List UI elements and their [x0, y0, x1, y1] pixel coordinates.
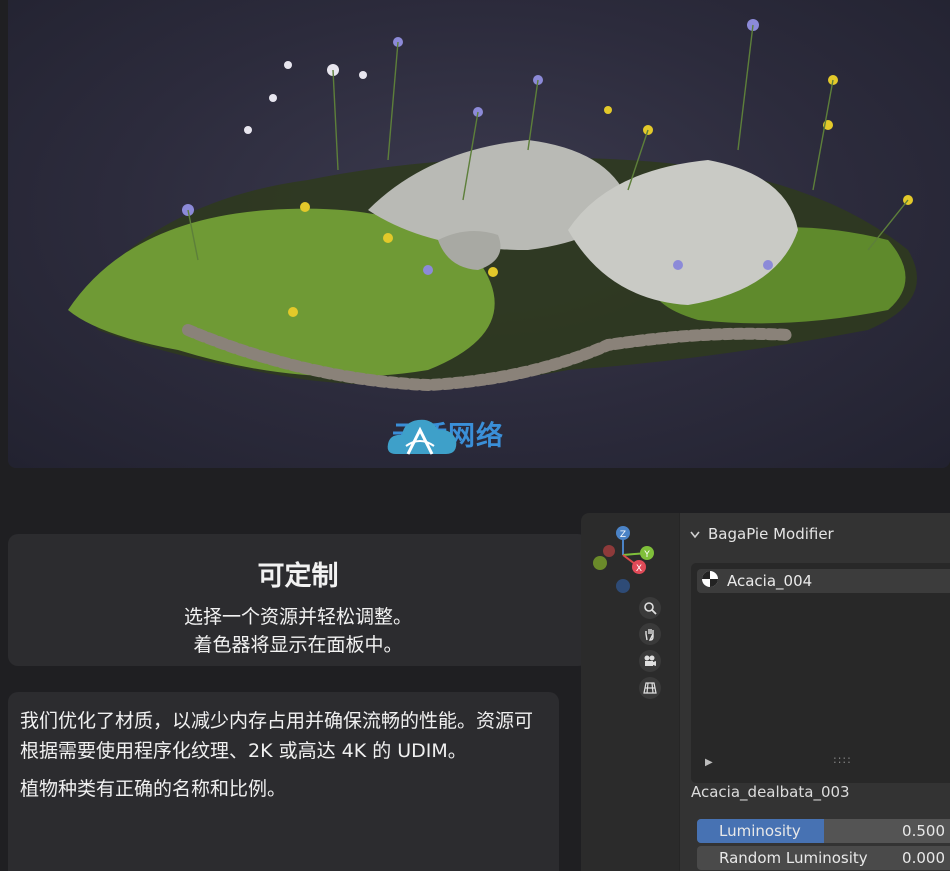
list-item-label: Acacia_004 [727, 572, 813, 590]
gizmo-y-label: Y [643, 550, 650, 560]
grid-ortho-icon[interactable] [639, 677, 661, 699]
feature-title: 可定制 [257, 561, 339, 592]
asset-list[interactable]: Acacia_004 ▶ :::: [691, 563, 950, 783]
camera-icon[interactable] [639, 650, 661, 672]
random-luminosity-value: 0.000 [902, 849, 945, 867]
description-paragraph-1: 我们优化了材质，以减少内存占用并确保流畅的性能。资源可根据需要使用程序化纹理、2… [20, 710, 534, 762]
modifier-panel-header[interactable]: BagaPie Modifier [690, 525, 834, 543]
hand-pan-icon[interactable] [639, 623, 661, 645]
random-luminosity-label: Random Luminosity [719, 849, 868, 867]
viewport-strip: Z Y X [581, 513, 679, 871]
random-luminosity-slider[interactable]: Random Luminosity 0.000 [697, 846, 950, 870]
feature-line-1: 选择一个资源并轻松调整。 [183, 606, 412, 628]
feature-card: 可定制 选择一个资源并轻松调整。 着色器将显示在面板中。 [8, 534, 588, 666]
chevron-down-icon[interactable] [690, 525, 700, 543]
feature-line-2: 着色器将显示在面板中。 [193, 634, 403, 656]
list-resize-grip[interactable]: :::: [833, 753, 852, 766]
description-paragraph-2: 植物种类有正确的名称和比例。 [20, 778, 287, 800]
watermark: 云桥网络 [386, 414, 504, 455]
object-name-label: Acacia_dealbata_003 [691, 783, 850, 801]
axis-gizmo[interactable]: Z Y X [581, 513, 679, 623]
properties-panel: BagaPie Modifier Acacia_004 ▶ :::: Acaci… [679, 513, 950, 871]
gizmo-x-label: X [636, 564, 642, 574]
hero-scene [68, 19, 917, 392]
description-card: 我们优化了材质，以减少内存占用并确保流畅的性能。资源可根据需要使用程序化纹理、2… [8, 692, 559, 871]
material-sphere-icon [701, 570, 719, 592]
zoom-icon[interactable] [639, 597, 661, 619]
play-triangle-icon[interactable]: ▶ [705, 757, 713, 768]
gizmo-z-label: Z [620, 530, 626, 540]
list-item[interactable]: Acacia_004 [697, 569, 950, 593]
luminosity-label: Luminosity [719, 822, 801, 840]
modifier-panel-title: BagaPie Modifier [708, 525, 834, 543]
hero-render-image: 云桥网络 [8, 0, 950, 468]
luminosity-slider[interactable]: Luminosity 0.500 [697, 819, 950, 843]
luminosity-value: 0.500 [902, 822, 945, 840]
